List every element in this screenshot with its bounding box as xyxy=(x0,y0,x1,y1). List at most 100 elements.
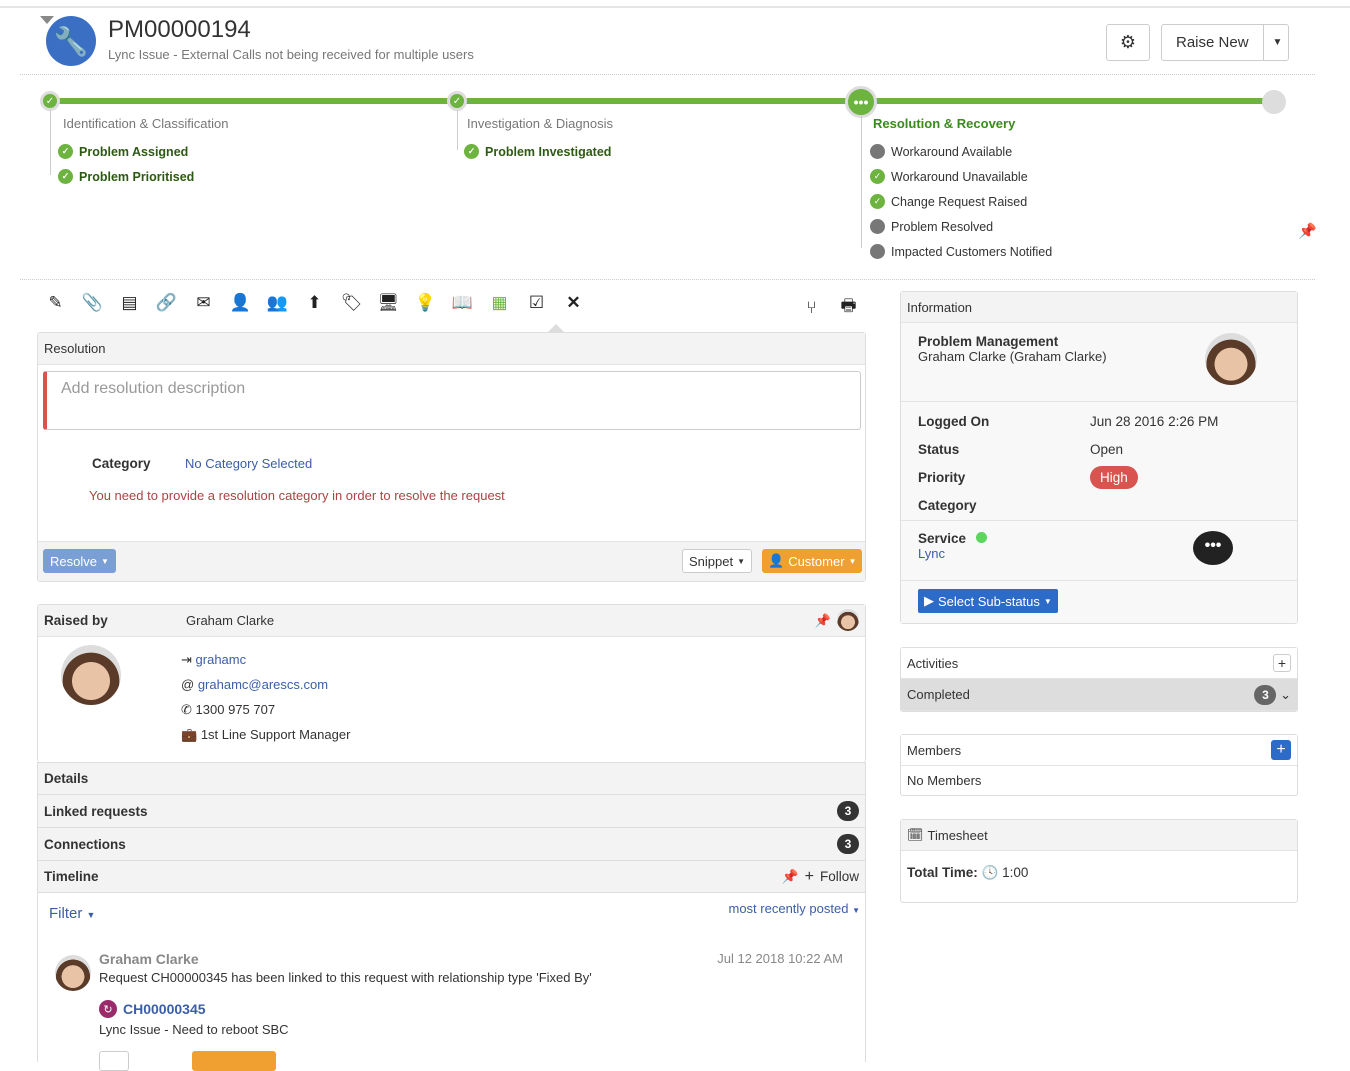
check-icon: ✓ xyxy=(58,169,73,184)
pending-dot-icon xyxy=(870,244,885,259)
raise-new-label[interactable]: Raise New xyxy=(1162,25,1264,60)
count-badge: 3 xyxy=(837,801,859,821)
stage-line xyxy=(50,110,51,175)
play-icon: ▶ xyxy=(924,593,934,608)
pin-icon[interactable]: 📌 xyxy=(815,613,831,629)
notes-icon[interactable]: ▤ xyxy=(111,293,148,313)
raised-by-label: Raised by xyxy=(44,613,108,628)
like-button[interactable] xyxy=(99,1051,129,1071)
divider xyxy=(20,279,1315,280)
sub-status-label: Select Sub-status xyxy=(938,593,1040,609)
contact-details: ⇥ grahamc @ grahamc@arescs.com ✆ 1300 97… xyxy=(181,647,350,747)
owner-avatar xyxy=(1205,333,1257,385)
divider xyxy=(20,74,1315,75)
branch-icon[interactable]: ⑂ xyxy=(793,298,830,318)
priority-row: Priority High xyxy=(918,463,1280,491)
status-row: Status Open xyxy=(918,435,1280,463)
chevron-double-down-icon[interactable]: ⌄ xyxy=(1280,687,1291,702)
stage-line xyxy=(457,110,458,150)
print-icon[interactable]: 🖶 xyxy=(830,293,867,322)
attachment-icon[interactable]: 📎 xyxy=(74,293,111,313)
email-link[interactable]: grahamc@arescs.com xyxy=(198,677,328,692)
customer-label: Customer xyxy=(788,553,845,569)
resolve-button[interactable]: Resolve ▼ xyxy=(43,549,116,573)
category-select[interactable]: No Category Selected xyxy=(185,456,312,471)
field-label: Status xyxy=(918,441,960,457)
board-icon[interactable]: ▦ xyxy=(481,293,518,313)
sort-dropdown[interactable]: most recently posted ▼ xyxy=(729,901,861,916)
section-linked-requests[interactable]: Linked requests 3 xyxy=(37,795,866,828)
chevron-down-icon[interactable]: ▼ xyxy=(1264,37,1283,48)
chat-icon[interactable]: ••• xyxy=(1193,531,1233,565)
information-header: Information xyxy=(901,292,1297,323)
count-badge: 3 xyxy=(837,834,859,854)
link-icon[interactable]: 🔗 xyxy=(148,293,185,313)
post-author: Graham Clarke xyxy=(99,951,199,967)
section-details[interactable]: Details xyxy=(37,762,866,795)
progress-track xyxy=(48,98,1273,104)
linked-request-link[interactable]: CH00000345 xyxy=(123,1001,206,1017)
follow-button[interactable]: Follow xyxy=(820,869,859,884)
progress-end-node xyxy=(1262,90,1286,114)
timesheet-icon: 🗓 xyxy=(907,827,924,842)
total-time-label: Total Time: xyxy=(907,865,978,880)
activities-panel: Activities + Completed 3 ⌄ xyxy=(900,647,1298,712)
service-label: Service xyxy=(918,531,967,546)
book-icon[interactable]: 📖 xyxy=(444,293,481,313)
timesheet-header: Timesheet xyxy=(927,827,988,843)
section-connections[interactable]: Connections 3 xyxy=(37,828,866,861)
pin-icon[interactable]: 📌 xyxy=(782,869,799,885)
tags-icon[interactable]: 🏷 xyxy=(333,293,370,313)
sub-status-button[interactable]: ▶ Select Sub-status ▼ xyxy=(918,589,1058,613)
edit-icon[interactable]: ✎ xyxy=(37,293,74,313)
chevron-down-icon: ▼ xyxy=(737,556,746,566)
raised-by-header: Raised by Graham Clarke 📌 xyxy=(38,605,865,637)
stage-label: Identification & Classification xyxy=(63,116,229,131)
username-link[interactable]: grahamc xyxy=(196,652,247,667)
escalate-icon[interactable]: ⬆ xyxy=(296,293,333,313)
stage-node-current: ••• xyxy=(845,86,877,118)
milestone: ✓ Change Request Raised xyxy=(870,189,1052,214)
monitor-icon[interactable]: 🖥 xyxy=(370,293,407,313)
logged-on-value: Jun 28 2016 2:26 PM xyxy=(1090,413,1219,429)
user-icon: 👤 xyxy=(768,553,785,568)
raised-by-panel: Raised by Graham Clarke 📌 ⇥ grahamc @ gr… xyxy=(37,604,866,762)
plus-icon[interactable]: + xyxy=(805,868,814,886)
chevron-down-icon: ▼ xyxy=(848,556,857,566)
status-value[interactable]: Open xyxy=(1090,442,1123,457)
customer-button[interactable]: 👤 Customer ▼ xyxy=(762,549,863,573)
priority-badge[interactable]: High xyxy=(1090,465,1138,489)
action-toolbar: ✎ 📎 ▤ 🔗 ✉ 👤 👥 ⬆ 🏷 🖥 💡 📖 ▦ ☑ ✕ xyxy=(37,293,592,313)
pointer-arrow xyxy=(548,324,564,332)
check-icon: ✓ xyxy=(870,194,885,209)
resolution-description-input[interactable]: Add resolution description xyxy=(43,371,861,430)
resolution-panel: Resolution Add resolution description Ca… xyxy=(37,332,866,582)
settings-button[interactable]: ⚙ xyxy=(1106,24,1150,61)
checkbox-icon[interactable]: ☑ xyxy=(518,293,555,313)
email-icon[interactable]: ✉ xyxy=(185,293,222,313)
snippet-button[interactable]: Snippet ▼ xyxy=(682,549,753,573)
close-icon[interactable]: ✕ xyxy=(555,293,592,313)
pending-dot-icon xyxy=(870,144,885,159)
lightbulb-icon[interactable]: 💡 xyxy=(407,293,444,313)
customer-visibility-button[interactable] xyxy=(192,1051,276,1071)
stage-node-complete: ✓ xyxy=(447,91,467,111)
milestone: ✓ Workaround Unavailable xyxy=(870,164,1052,189)
sort-label: most recently posted xyxy=(728,901,849,916)
job-title: 1st Line Support Manager xyxy=(200,727,351,742)
add-activity-button[interactable]: + xyxy=(1273,654,1291,672)
filter-dropdown[interactable]: Filter ▼ xyxy=(49,905,95,922)
milestone: Impacted Customers Notified xyxy=(870,239,1052,264)
add-user-icon[interactable]: 👤 xyxy=(222,293,259,313)
members-panel: Members + No Members xyxy=(900,734,1298,796)
add-member-button[interactable]: + xyxy=(1271,740,1291,760)
users-icon[interactable]: 👥 xyxy=(259,293,296,313)
check-icon: ✓ xyxy=(58,144,73,159)
pin-icon[interactable]: 📌 xyxy=(1298,222,1317,240)
raise-new-button[interactable]: Raise New ▼ xyxy=(1161,24,1289,61)
section-label: Details xyxy=(44,771,89,786)
completed-row[interactable]: Completed 3 ⌄ xyxy=(901,679,1297,711)
total-time-value: 1:00 xyxy=(1002,865,1029,880)
avatar xyxy=(837,609,859,631)
wrench-icon: 🔧 xyxy=(46,16,96,66)
